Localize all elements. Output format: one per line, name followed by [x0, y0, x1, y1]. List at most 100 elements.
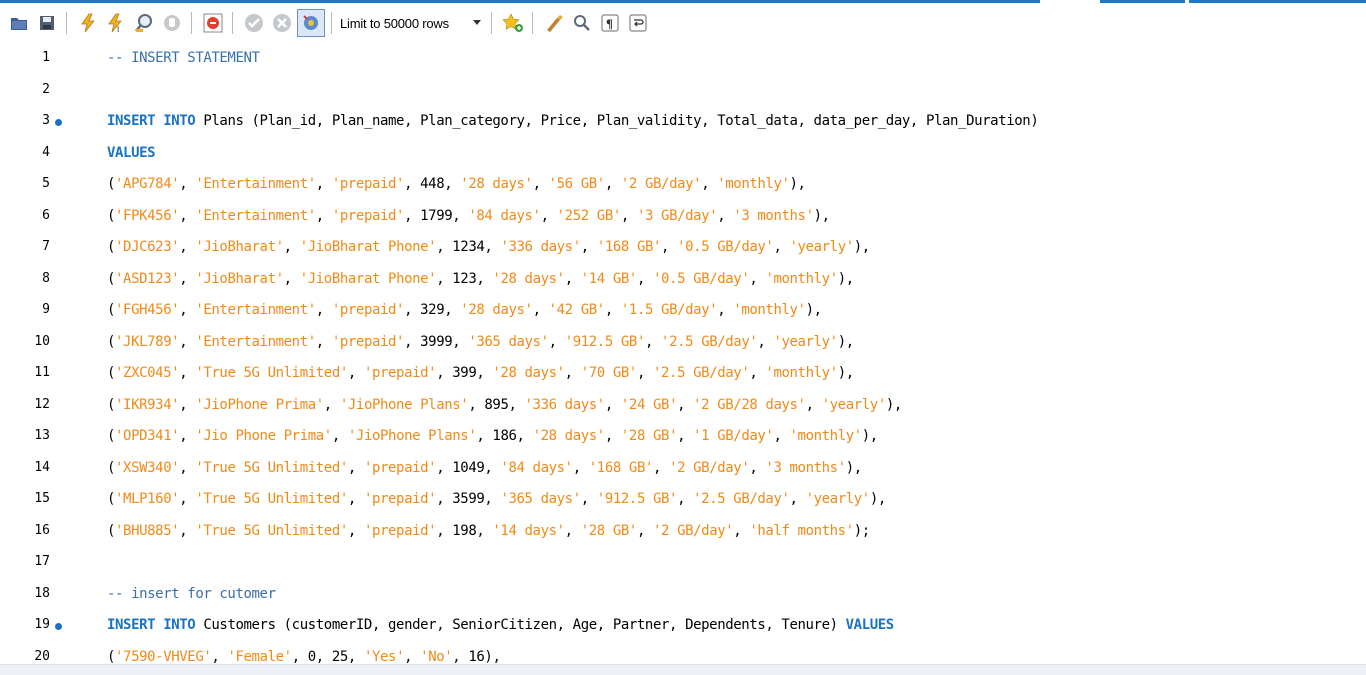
sql-text: (: [107, 302, 116, 318]
sql-text: ,: [179, 176, 196, 192]
sql-text: (: [107, 176, 116, 192]
sql-string: '56 GB': [548, 176, 606, 192]
sql-text: (: [107, 270, 116, 287]
sql-string: 'JioBharat Phone': [299, 270, 437, 287]
sql-text: ,: [644, 333, 662, 350]
editor-line[interactable]: 4 VALUES: [0, 139, 1366, 170]
sql-string: 'Entertainment': [195, 207, 316, 224]
editor-line[interactable]: 11 ('ZXC045', 'True 5G Unlimited', 'prepa…: [0, 359, 1366, 390]
sql-text: ,: [532, 176, 549, 192]
line-number: 19: [34, 617, 50, 632]
explain-icon[interactable]: [131, 10, 157, 36]
line-number: 2: [42, 81, 50, 97]
sql-text: ,: [636, 522, 653, 539]
editor-line[interactable]: 8 ('ASD123', 'JioBharat', 'JioBharat Phon…: [0, 265, 1366, 296]
editor-line[interactable]: 20 ('7590-VHVEG', 'Female', 0, 25, 'Yes',…: [0, 643, 1366, 665]
sql-text: ,: [580, 491, 597, 507]
sql-string: '0.5 GB/day': [653, 270, 750, 287]
sql-editor[interactable]: 1 -- INSERT STATEMENT 2 3 INSERT INTO Plans …: [0, 44, 1366, 664]
editor-line[interactable]: 12 ('IKR934', 'JioPhone Prima', 'JioPhone…: [0, 391, 1366, 422]
sql-string: '70 GB': [580, 365, 638, 381]
sql-text: , 186,: [476, 428, 533, 444]
horizontal-scrollbar[interactable]: [0, 664, 1366, 675]
sql-string: '42 GB': [548, 302, 606, 318]
editor-line[interactable]: 10 ('JKL789', 'Entertainment', 'prepaid',…: [0, 328, 1366, 359]
editor-line[interactable]: 17: [0, 548, 1366, 579]
sql-text: ,: [773, 428, 790, 444]
editor-line[interactable]: 18 -- insert for cutomer: [0, 580, 1366, 611]
toolbar-separator: [66, 12, 67, 34]
row-limit-select[interactable]: Limit to 50000 rows: [340, 11, 485, 35]
sql-keyword: INSERT INTO: [107, 617, 196, 633]
sql-text: ,: [564, 365, 581, 381]
editor-line[interactable]: 14 ('XSW340', 'True 5G Unlimited', 'prepa…: [0, 454, 1366, 485]
code-text: VALUES: [107, 145, 156, 161]
sql-text: ,: [572, 459, 589, 476]
sql-string: '28 days': [460, 176, 533, 192]
editor-line[interactable]: 6 ('FPK456', 'Entertainment', 'prepaid', …: [0, 202, 1366, 233]
code-text: ('ZXC045', 'True 5G Unlimited', 'prepaid…: [107, 365, 854, 381]
editor-line[interactable]: 5 ('APG784', 'Entertainment', 'prepaid', …: [0, 170, 1366, 201]
editor-line[interactable]: 7 ('DJC623', 'JioBharat', 'JioBharat Phon…: [0, 233, 1366, 264]
sql-string: 'APG784': [115, 176, 180, 192]
sql-string: '7590-VHVEG': [115, 648, 212, 665]
sql-string: 'True 5G Unlimited': [195, 522, 348, 539]
toggle-error-icon[interactable]: [200, 10, 226, 36]
add-snippet-icon[interactable]: [500, 10, 526, 36]
editor-line[interactable]: 2: [0, 76, 1366, 107]
autocommit-toggle-icon[interactable]: [297, 9, 325, 37]
sql-text: , 198,: [436, 522, 493, 539]
sql-string: 'JioPhone Plans': [347, 428, 477, 444]
sql-text: ,: [620, 207, 637, 224]
sql-text: , 1049,: [436, 459, 501, 476]
rollback-icon[interactable]: [269, 10, 295, 36]
sql-string: 'prepaid': [363, 459, 437, 476]
code-text: ('APG784', 'Entertainment', 'prepaid', 4…: [107, 176, 806, 192]
toolbar-separator: [191, 12, 192, 34]
sql-text: , 3599,: [436, 491, 501, 507]
execute-icon[interactable]: [75, 10, 101, 36]
beautify-icon[interactable]: [541, 10, 567, 36]
sql-string: 'True 5G Unlimited': [195, 491, 348, 507]
editor-line[interactable]: 13 ('OPD341', 'Jio Phone Prima', 'JioPhon…: [0, 422, 1366, 453]
save-icon[interactable]: [34, 10, 60, 36]
editor-line[interactable]: 3 INSERT INTO Plans (Plan_id, Plan_name, …: [0, 107, 1366, 138]
sql-string: '84 days': [468, 207, 541, 224]
commit-icon[interactable]: [241, 10, 267, 36]
sql-text: ,: [179, 459, 196, 476]
sql-text: ),: [789, 176, 806, 192]
invisible-chars-icon[interactable]: ¶: [597, 10, 623, 36]
sql-text: ,: [733, 522, 750, 539]
sql-string: 'yearly': [805, 491, 871, 507]
sql-text: (: [107, 491, 116, 507]
stop-icon[interactable]: [159, 10, 185, 36]
sql-string: 'Entertainment': [195, 333, 316, 350]
sql-string: '2 GB/day': [620, 176, 702, 192]
sql-string: '3 GB/day': [636, 207, 718, 224]
open-folder-icon[interactable]: [6, 10, 32, 36]
find-icon[interactable]: [569, 10, 595, 36]
sql-string: 'Entertainment': [195, 302, 316, 318]
sql-text: ),: [837, 365, 854, 381]
editor-line[interactable]: 19 INSERT INTO Customers (customerID, gen…: [0, 611, 1366, 642]
code-text: ('IKR934', 'JioPhone Prima', 'JioPhone P…: [107, 397, 902, 413]
sql-text: ),: [813, 207, 830, 224]
sql-text: ,: [717, 302, 734, 318]
word-wrap-icon[interactable]: [625, 10, 651, 36]
sql-string: 'MLP160': [115, 491, 180, 507]
line-number: 9: [42, 302, 50, 317]
line-number: 13: [34, 428, 50, 443]
editor-line[interactable]: 1 -- INSERT STATEMENT: [0, 44, 1366, 75]
svg-text:¶: ¶: [606, 16, 613, 31]
sql-text: ,: [677, 428, 694, 444]
sql-editor-toolbar: I Limit to 50000 rows ¶: [0, 3, 1366, 43]
sql-string: '2 GB/28 days': [693, 396, 806, 413]
execute-current-icon[interactable]: I: [103, 10, 129, 36]
sql-text: ,: [749, 365, 766, 381]
sql-text: ,: [347, 522, 364, 539]
editor-line[interactable]: 16 ('BHU885', 'True 5G Unlimited', 'prepa…: [0, 517, 1366, 548]
editor-line[interactable]: 15 ('MLP160', 'True 5G Unlimited', 'prepa…: [0, 485, 1366, 516]
editor-line[interactable]: 9 ('FGH456', 'Entertainment', 'prepaid', …: [0, 296, 1366, 327]
code-text: ('FGH456', 'Entertainment', 'prepaid', 3…: [107, 302, 822, 318]
sql-string: 'FPK456': [115, 207, 180, 224]
